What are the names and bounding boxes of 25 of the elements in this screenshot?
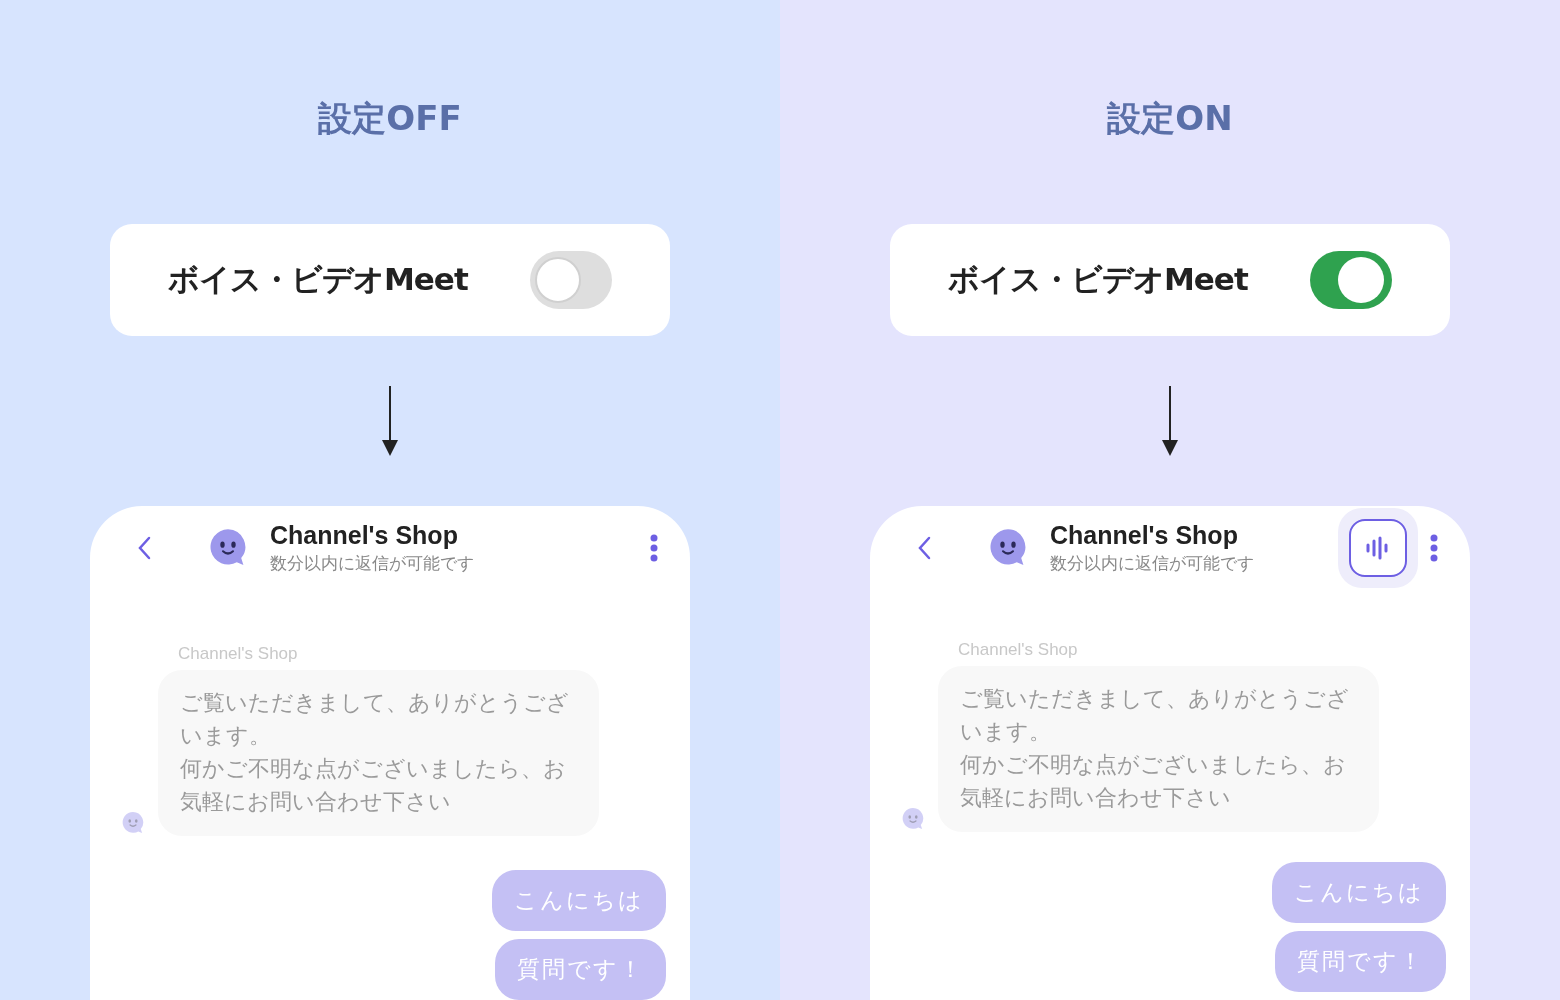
message-line: ご覧いただきまして、ありがとうございます。 (180, 689, 570, 750)
message-bubble: こんにちは (1272, 862, 1446, 923)
voice-meet-button[interactable] (1338, 508, 1418, 588)
reply-status: 数分以内に返信が可能です (1050, 552, 1255, 575)
message-bubble: こんにちは (492, 870, 666, 931)
setting-label: ボイス・ビデオMeet (168, 260, 468, 299)
bot-avatar-icon (900, 806, 926, 832)
message-bubble: 質問です！ (1275, 931, 1446, 992)
more-icon[interactable] (650, 534, 658, 562)
bot-avatar-icon (120, 810, 146, 836)
message-bubble: 質問です！ (495, 939, 666, 1000)
message-line: 何かご不明な点がございましたら、お気軽にお問い合わせ下さい (180, 755, 567, 816)
message-line: 何かご不明な点がございましたら、お気軽にお問い合わせ下さい (960, 751, 1347, 812)
toggle-switch[interactable] (1310, 251, 1392, 309)
channel-name: Channel's Shop (270, 521, 459, 550)
sound-wave-icon (1366, 536, 1390, 560)
reply-status: 数分以内に返信が可能です (270, 552, 475, 575)
more-icon[interactable] (1430, 534, 1438, 562)
message-line: ご覧いただきまして、ありがとうございます。 (960, 685, 1350, 746)
down-arrow-icon (381, 386, 399, 456)
channel-name: Channel's Shop (1050, 521, 1239, 550)
down-arrow-icon (1161, 386, 1179, 456)
panel-title: 設定ON (1107, 97, 1233, 140)
setting-label: ボイス・ビデオMeet (948, 260, 1248, 299)
panel-title: 設定OFF (318, 97, 462, 140)
